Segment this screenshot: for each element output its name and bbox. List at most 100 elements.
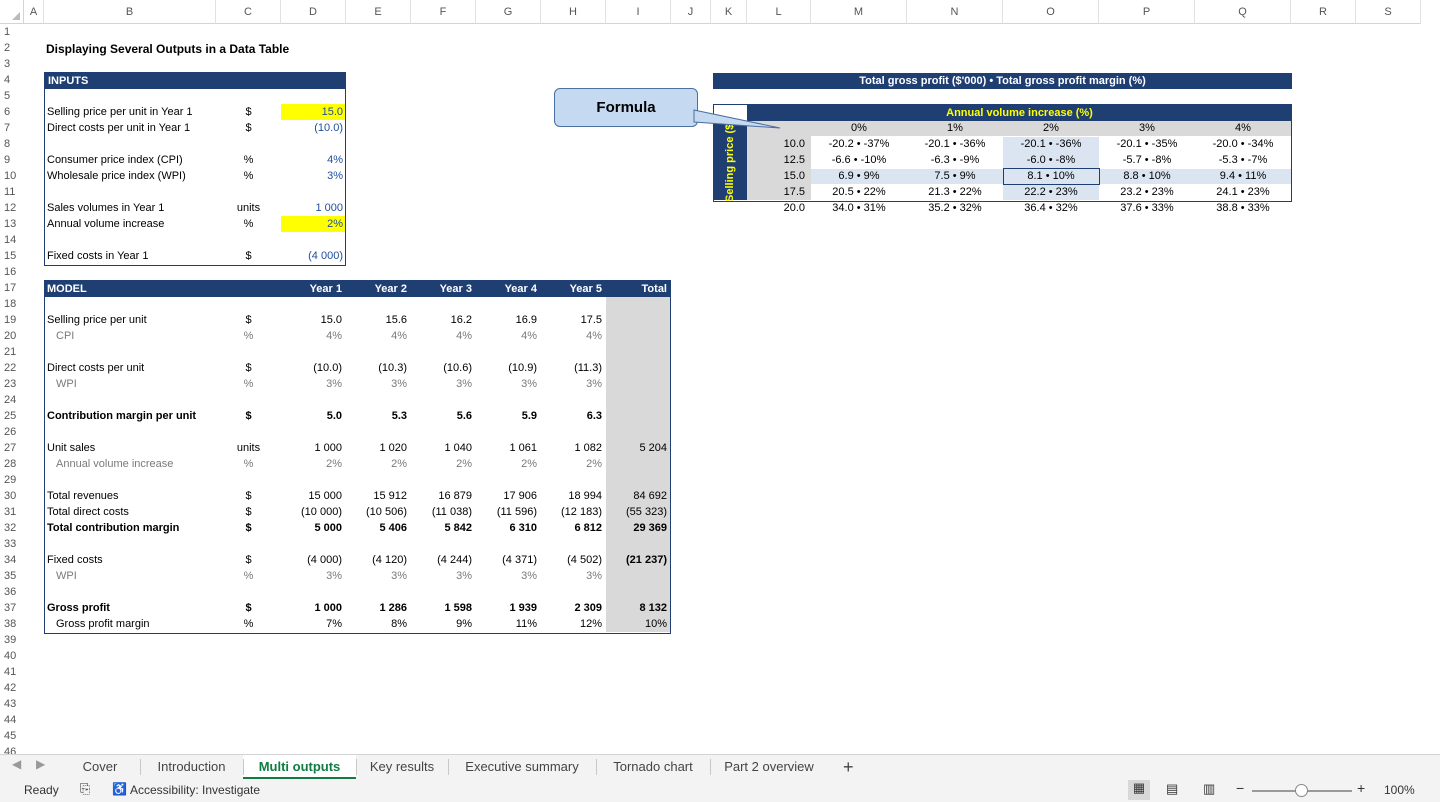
model-value[interactable]: 6.3 [541,408,605,424]
macro-record-icon[interactable]: ⎘ [80,781,90,797]
model-value[interactable]: 3% [346,376,410,392]
table-cell[interactable]: -6.3 • -9% [907,152,1003,168]
column-header-s[interactable]: S [1356,0,1421,24]
model-row-unit[interactable]: units [216,440,281,456]
table-cell[interactable]: 9.4 • 11% [1195,168,1291,184]
model-value[interactable]: 3% [476,568,540,584]
row-header-16[interactable]: 16 [0,264,24,280]
zoom-in-icon[interactable]: + [1357,780,1365,796]
model-row-unit[interactable]: % [216,568,281,584]
sheet-tab-key-results[interactable]: Key results [356,755,448,779]
model-value[interactable]: 4% [281,328,345,344]
model-row-unit[interactable]: $ [216,360,281,376]
model-value[interactable]: (4 000) [281,552,345,568]
model-value[interactable]: 3% [476,376,540,392]
model-total[interactable]: (55 323) [606,504,670,520]
table-cell[interactable]: -6.6 • -10% [811,152,907,168]
model-value[interactable]: (10.0) [281,360,345,376]
input-value[interactable]: 3% [281,168,345,184]
model-row-unit[interactable]: $ [216,520,281,536]
model-row-label[interactable]: Selling price per unit [45,312,215,328]
row-header-27[interactable]: 27 [0,440,24,456]
row-header-46[interactable]: 46 [0,744,24,754]
row-header-12[interactable]: 12 [0,200,24,216]
zoom-out-icon[interactable]: − [1236,780,1244,796]
model-value[interactable]: 2% [411,456,475,472]
table-cell[interactable]: -5.3 • -7% [1195,152,1291,168]
row-header-11[interactable]: 11 [0,184,24,200]
column-header-n[interactable]: N [907,0,1003,24]
model-value[interactable]: 3% [541,568,605,584]
column-header-j[interactable]: J [671,0,711,24]
table-cell[interactable]: -6.0 • -8% [1003,152,1099,168]
model-value[interactable]: 5.6 [411,408,475,424]
model-value[interactable]: 4% [346,328,410,344]
scroll-left-icon[interactable]: ◀ [12,757,21,771]
input-unit[interactable]: % [216,152,281,168]
model-value[interactable]: (10 000) [281,504,345,520]
input-label[interactable]: Sales volumes in Year 1 [45,200,215,216]
row-header-32[interactable]: 32 [0,520,24,536]
price-value[interactable]: 12.5 [747,152,811,168]
table-cell[interactable]: -20.1 • -36% [907,136,1003,152]
select-all-corner[interactable] [0,0,24,24]
column-header-p[interactable]: P [1099,0,1195,24]
input-value[interactable]: 2% [281,216,345,232]
table-cell[interactable]: 24.1 • 23% [1195,184,1291,200]
rate-header[interactable]: 4% [1195,120,1291,136]
row-header-2[interactable]: 2 [0,40,24,56]
input-label[interactable]: Fixed costs in Year 1 [45,248,215,264]
model-value[interactable]: 2% [346,456,410,472]
row-header-35[interactable]: 35 [0,568,24,584]
sheet-tab-tornado-chart[interactable]: Tornado chart [596,755,710,779]
row-header-23[interactable]: 23 [0,376,24,392]
input-unit[interactable]: % [216,216,281,232]
row-header-20[interactable]: 20 [0,328,24,344]
sheet-tab-cover[interactable]: Cover [60,755,140,779]
model-value[interactable]: 3% [541,376,605,392]
model-value[interactable]: 5 406 [346,520,410,536]
row-header-26[interactable]: 26 [0,424,24,440]
year-header[interactable]: Year 3 [411,281,475,297]
row-header-5[interactable]: 5 [0,88,24,104]
row-header-36[interactable]: 36 [0,584,24,600]
model-row-unit[interactable]: $ [216,552,281,568]
model-value[interactable]: 4% [476,328,540,344]
year-header[interactable]: Year 1 [281,281,345,297]
price-value[interactable]: 20.0 [747,200,811,216]
table-cell[interactable]: 23.2 • 23% [1099,184,1195,200]
table-cell[interactable]: 22.2 • 23% [1003,184,1099,200]
input-label[interactable]: Annual volume increase [45,216,215,232]
model-value[interactable]: 8% [346,616,410,632]
rate-header[interactable]: 3% [1099,120,1195,136]
model-row-unit[interactable]: % [216,376,281,392]
model-value[interactable]: 5 842 [411,520,475,536]
input-label[interactable]: Consumer price index (CPI) [45,152,215,168]
model-value[interactable]: 15.6 [346,312,410,328]
column-header-k[interactable]: K [711,0,747,24]
row-header-28[interactable]: 28 [0,456,24,472]
row-header-4[interactable]: 4 [0,72,24,88]
row-header-21[interactable]: 21 [0,344,24,360]
model-value[interactable]: 16 879 [411,488,475,504]
row-header-13[interactable]: 13 [0,216,24,232]
model-header[interactable]: MODEL [45,281,215,297]
model-value[interactable]: 3% [411,568,475,584]
model-value[interactable]: 1 000 [281,600,345,616]
zoom-slider-thumb[interactable] [1295,784,1308,797]
input-label[interactable]: Direct costs per unit in Year 1 [45,120,215,136]
input-value[interactable]: (10.0) [281,120,345,136]
column-header-e[interactable]: E [346,0,411,24]
table-cell[interactable]: 34.0 • 31% [811,200,907,216]
price-value[interactable]: 15.0 [747,168,811,184]
input-value[interactable]: 1 000 [281,200,345,216]
model-value[interactable]: 7% [281,616,345,632]
row-header-22[interactable]: 22 [0,360,24,376]
table-cell[interactable]: 21.3 • 22% [907,184,1003,200]
column-header-f[interactable]: F [411,0,476,24]
year-header[interactable]: Year 2 [346,281,410,297]
model-row-label[interactable]: Total revenues [45,488,215,504]
row-header-37[interactable]: 37 [0,600,24,616]
column-header-c[interactable]: C [216,0,281,24]
model-value[interactable]: 18 994 [541,488,605,504]
